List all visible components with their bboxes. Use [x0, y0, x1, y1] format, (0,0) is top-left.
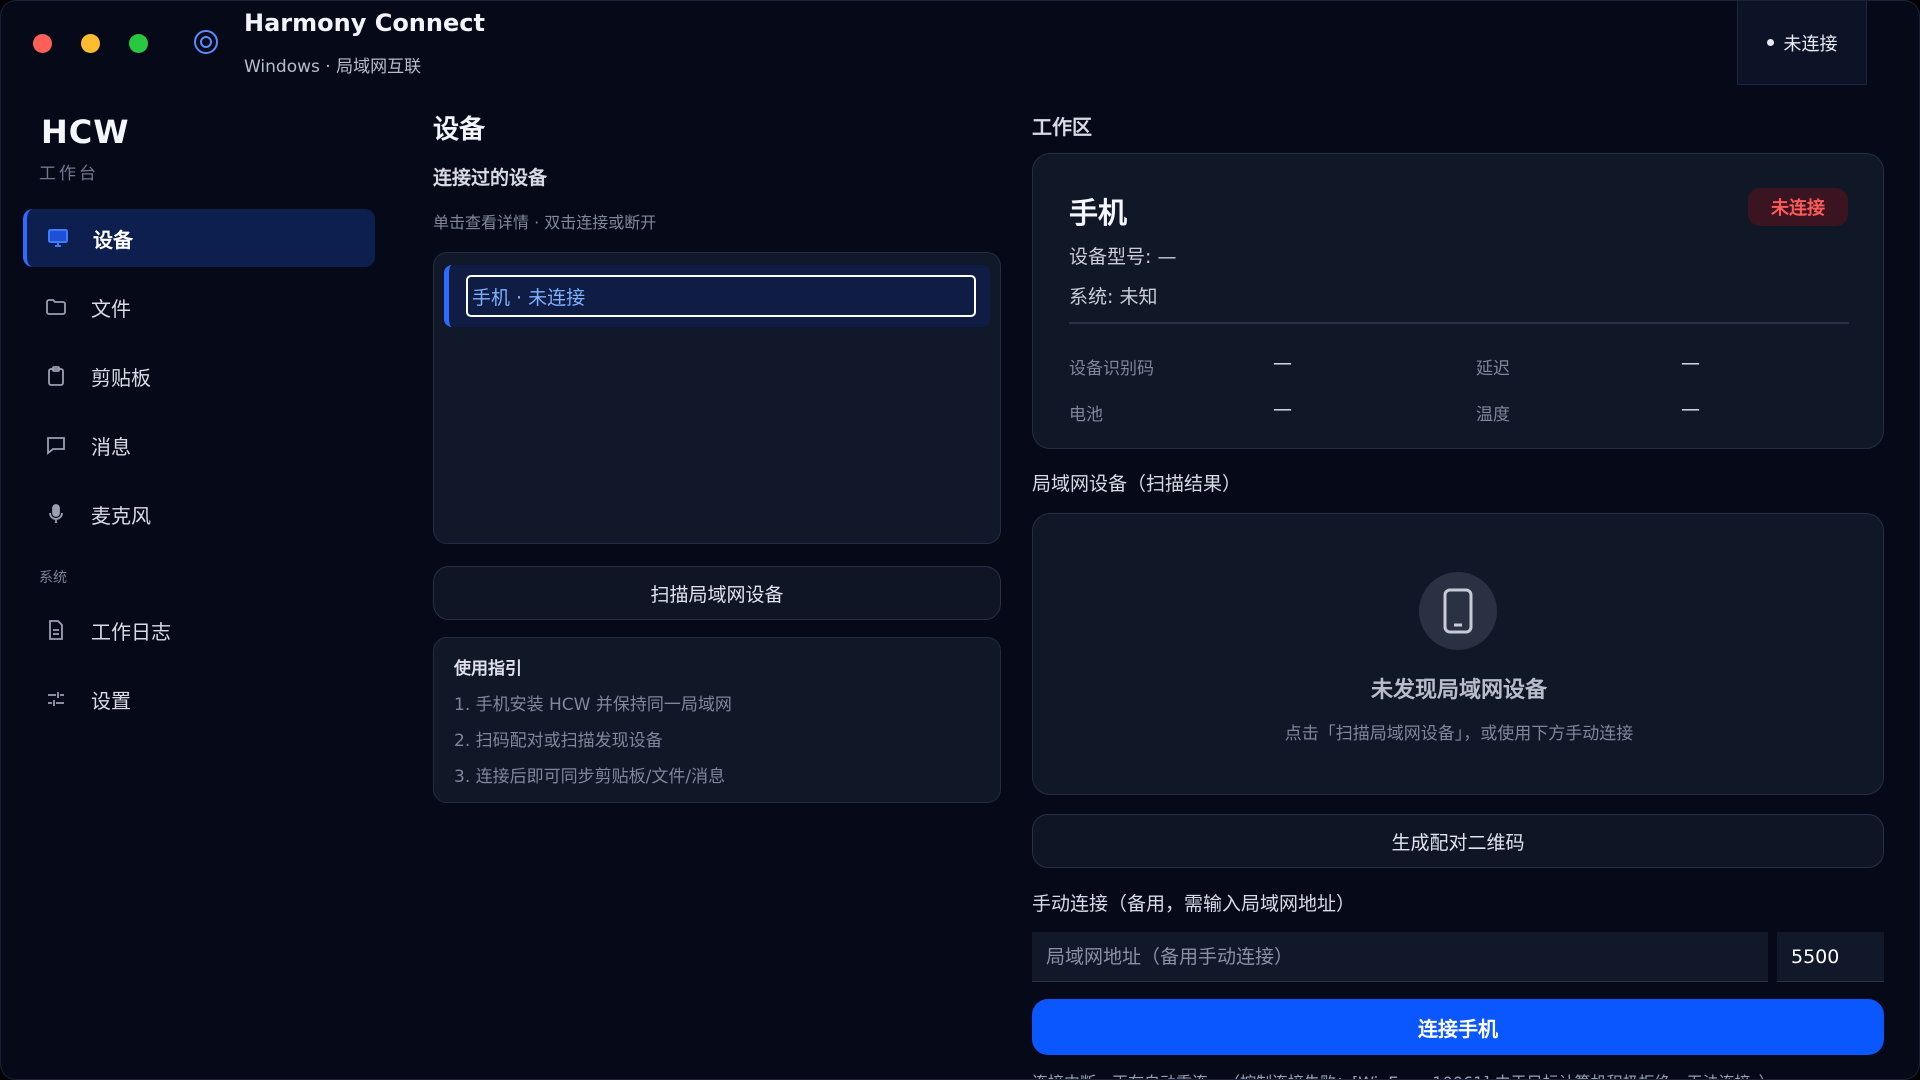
title-bar: Harmony Connect Windows · 局域网互联 未连接	[1, 1, 1919, 91]
sidebar-item-label: 消息	[91, 434, 131, 459]
app-subtitle: Windows · 局域网互联	[244, 57, 422, 77]
minimize-window-button[interactable]	[81, 34, 100, 53]
guide-step: 2. 扫码配对或扫描发现设备	[454, 731, 663, 751]
sidebar-item-label: 设备	[93, 227, 133, 252]
workspace-title: 工作区	[1032, 115, 1092, 139]
sidebar-item-label: 剪贴板	[91, 365, 151, 390]
guide-step: 1. 手机安装 HCW 并保持同一局域网	[454, 695, 732, 715]
clipboard-icon	[43, 363, 69, 389]
guide-title: 使用指引	[454, 659, 522, 679]
device-system: 系统: 未知	[1069, 286, 1158, 308]
list-item[interactable]: 手机 · 未连接	[444, 265, 990, 327]
microphone-icon	[43, 501, 69, 527]
sidebar-item-work-log[interactable]: 工作日志	[23, 601, 375, 659]
manual-connect-title: 手动连接（备用，需输入局域网地址）	[1032, 893, 1356, 915]
app-title: Harmony Connect	[244, 9, 485, 37]
sidebar-item-clipboard[interactable]: 剪贴板	[23, 347, 375, 405]
port-input[interactable]	[1777, 932, 1884, 982]
device-list-item-label: 手机 · 未连接	[466, 275, 976, 317]
battery-value: —	[1273, 398, 1292, 420]
monitor-icon	[45, 225, 71, 251]
sidebar-item-files[interactable]: 文件	[23, 278, 375, 336]
lan-empty-title: 未发现局域网设备	[1370, 678, 1547, 703]
connected-devices-heading: 连接过的设备	[433, 167, 548, 189]
connection-status-chip[interactable]: 未连接	[1737, 1, 1867, 85]
devices-hint: 单击查看详情 · 双击连接或断开	[433, 213, 657, 232]
lan-devices-title: 局域网设备（扫描结果）	[1032, 473, 1242, 495]
close-window-button[interactable]	[33, 34, 52, 53]
sidebar-item-label: 设置	[91, 688, 131, 713]
lan-devices-panel: 未发现局域网设备 点击「扫描局域网设备」，或使用下方手动连接	[1032, 513, 1884, 795]
temperature-value: —	[1681, 398, 1700, 420]
connection-status-note: 连接中断，正在自动重连…（控制连接失败：[WinError 10061] 由于目…	[1032, 1069, 1884, 1079]
battery-label: 电池	[1069, 405, 1103, 425]
sidebar-item-label: 麦克风	[91, 503, 151, 528]
document-icon	[43, 617, 69, 643]
sidebar-item-microphone[interactable]: 麦克风	[23, 485, 375, 543]
temperature-label: 温度	[1476, 405, 1510, 425]
guide-step: 3. 连接后即可同步剪贴板/文件/消息	[454, 767, 726, 787]
brand-subtitle: 工作台	[39, 164, 99, 184]
brand-title: HCW	[41, 113, 130, 151]
folder-icon	[43, 294, 69, 320]
status-badge: 未连接	[1748, 188, 1848, 226]
generate-qr-button[interactable]: 生成配对二维码	[1032, 814, 1884, 868]
connect-phone-button[interactable]: 连接手机	[1032, 999, 1884, 1055]
latency-value: —	[1681, 352, 1700, 374]
device-detail-card: 手机 未连接 设备型号: — 系统: 未知 设备识别码 — 延迟 — 电池 — …	[1032, 153, 1884, 449]
lan-empty-help: 点击「扫描局域网设备」，或使用下方手动连接	[1284, 724, 1634, 744]
sidebar-item-settings[interactable]: 设置	[23, 670, 375, 728]
app-window: Harmony Connect Windows · 局域网互联 未连接 HCW …	[0, 0, 1920, 1080]
devices-title: 设备	[433, 115, 486, 145]
device-id-label: 设备识别码	[1069, 359, 1154, 379]
usage-guide: 使用指引 1. 手机安装 HCW 并保持同一局域网 2. 扫码配对或扫描发现设备…	[433, 637, 1001, 803]
connection-status-text: 未连接	[1783, 33, 1838, 55]
message-icon	[43, 432, 69, 458]
device-id-value: —	[1273, 352, 1292, 374]
device-name: 手机	[1069, 196, 1128, 230]
status-dot-icon	[1766, 39, 1774, 46]
device-list[interactable]: 手机 · 未连接	[433, 252, 1001, 544]
sidebar-item-label: 工作日志	[91, 619, 171, 644]
scan-lan-button[interactable]: 扫描局域网设备	[433, 566, 1001, 620]
lan-address-input[interactable]	[1032, 932, 1768, 982]
phone-icon	[1419, 572, 1497, 650]
card-divider	[1069, 322, 1849, 324]
sliders-icon	[43, 686, 69, 712]
device-model: 设备型号: —	[1069, 246, 1177, 268]
sidebar-item-devices[interactable]: 设备	[23, 209, 375, 267]
app-logo-icon	[194, 30, 218, 54]
maximize-window-button[interactable]	[129, 34, 148, 53]
sidebar-item-messages[interactable]: 消息	[23, 416, 375, 474]
latency-label: 延迟	[1476, 359, 1510, 379]
sidebar-section-label: 系统	[39, 570, 67, 586]
sidebar-item-label: 文件	[91, 296, 131, 321]
